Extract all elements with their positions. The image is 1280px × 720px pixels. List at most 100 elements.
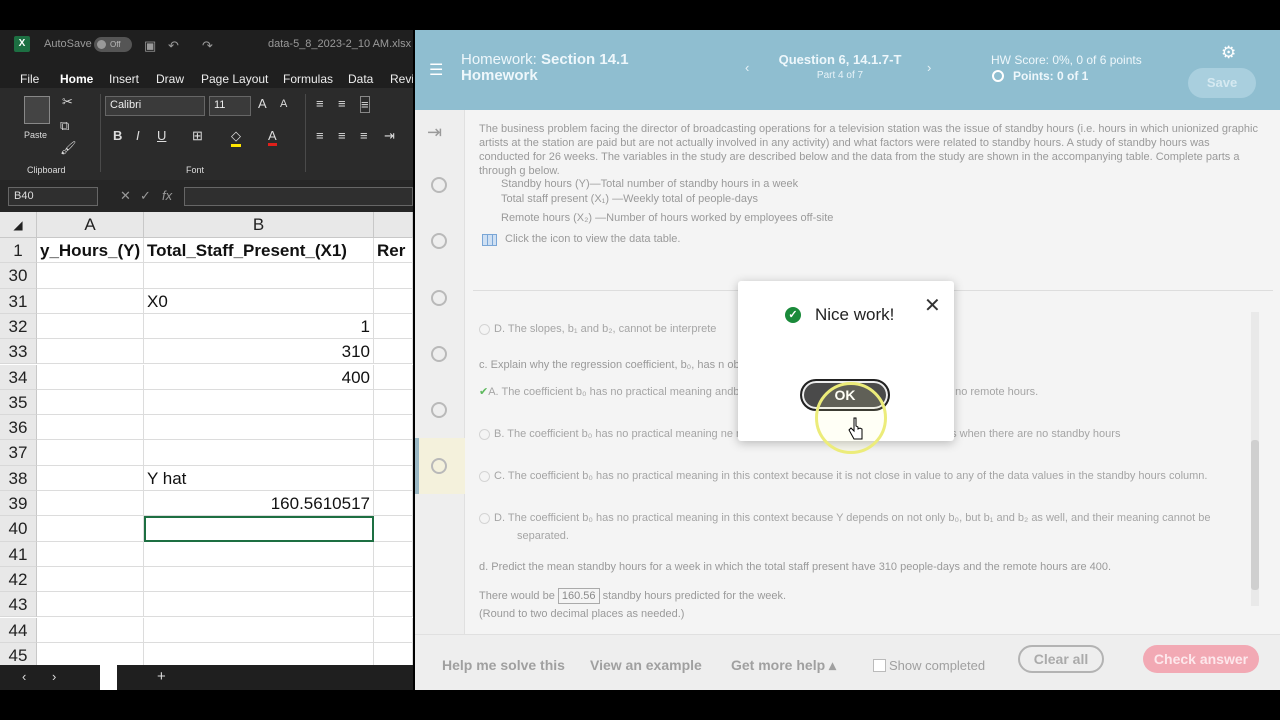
cell[interactable]: Total_Staff_Present_(X1) bbox=[144, 238, 374, 264]
bold-button[interactable]: B bbox=[113, 128, 122, 143]
cell[interactable] bbox=[374, 516, 413, 542]
decrease-font-icon[interactable]: A bbox=[280, 98, 287, 110]
cell[interactable] bbox=[374, 339, 413, 365]
cell[interactable] bbox=[37, 592, 144, 618]
fill-color-icon[interactable]: ◇ bbox=[231, 128, 241, 147]
row-number[interactable]: 34 bbox=[0, 364, 37, 390]
menu-icon[interactable]: ☰ bbox=[429, 60, 443, 80]
align-top-icon[interactable]: ≡ bbox=[316, 96, 324, 111]
tab-formulas[interactable]: Formulas bbox=[283, 72, 333, 86]
cell[interactable] bbox=[144, 617, 374, 643]
cell[interactable] bbox=[374, 491, 413, 517]
cell[interactable] bbox=[374, 440, 413, 466]
row-number[interactable]: 39 bbox=[0, 491, 37, 517]
cell[interactable] bbox=[37, 617, 144, 643]
row-number[interactable]: 38 bbox=[0, 465, 37, 491]
cell[interactable] bbox=[37, 288, 144, 314]
collapse-panel-icon[interactable]: ⇥ bbox=[427, 122, 442, 143]
cell[interactable] bbox=[144, 263, 374, 289]
scrollbar-thumb[interactable] bbox=[1251, 440, 1259, 590]
redo-icon[interactable]: ↷ bbox=[202, 38, 213, 54]
cell[interactable] bbox=[37, 491, 144, 517]
row-number[interactable]: 40 bbox=[0, 516, 37, 542]
formula-input[interactable] bbox=[184, 187, 413, 206]
row-number[interactable]: 43 bbox=[0, 592, 37, 618]
font-name-select[interactable]: Calibri bbox=[105, 96, 205, 116]
cell[interactable]: Rer bbox=[374, 238, 413, 264]
tab-file[interactable]: File bbox=[20, 72, 39, 86]
question-nav-item[interactable] bbox=[431, 233, 447, 249]
row-number[interactable]: 37 bbox=[0, 440, 37, 466]
cut-icon[interactable]: ✂ bbox=[62, 94, 73, 110]
underline-button[interactable]: U bbox=[157, 128, 166, 143]
cell[interactable] bbox=[144, 389, 374, 416]
gear-icon[interactable]: ⚙ bbox=[1221, 43, 1236, 63]
save-icon[interactable]: ▣ bbox=[144, 38, 156, 54]
cell[interactable] bbox=[374, 541, 413, 567]
name-box[interactable]: B40 bbox=[8, 187, 98, 206]
cell[interactable] bbox=[144, 440, 374, 466]
paste-icon[interactable] bbox=[24, 96, 50, 124]
select-all-corner[interactable]: ◢ bbox=[0, 212, 37, 238]
tab-insert[interactable]: Insert bbox=[109, 72, 139, 86]
row-number[interactable]: 33 bbox=[0, 339, 37, 365]
data-table-link[interactable]: Click the icon to view the data table. bbox=[505, 233, 680, 245]
cell[interactable]: 310 bbox=[144, 339, 374, 365]
cell[interactable] bbox=[374, 288, 413, 314]
cell[interactable] bbox=[37, 465, 144, 491]
tab-draw[interactable]: Draw bbox=[156, 72, 184, 86]
row-number[interactable]: 31 bbox=[0, 288, 37, 314]
row-number[interactable]: 30 bbox=[0, 263, 37, 289]
align-left-icon[interactable]: ≡ bbox=[316, 128, 324, 143]
row-number[interactable]: 35 bbox=[0, 389, 37, 416]
cell[interactable] bbox=[37, 440, 144, 466]
next-question-icon[interactable]: › bbox=[927, 60, 931, 75]
align-bottom-icon[interactable]: ≡ bbox=[360, 96, 370, 113]
column-header-b[interactable]: B bbox=[144, 212, 374, 238]
cell[interactable]: 1 bbox=[144, 313, 374, 340]
add-sheet-button[interactable]: + bbox=[157, 668, 166, 685]
get-more-help-link[interactable]: Get more help ▴ bbox=[731, 657, 836, 674]
cell[interactable]: X0 bbox=[144, 288, 374, 314]
row-number[interactable]: 32 bbox=[0, 313, 37, 340]
undo-icon[interactable]: ↶ bbox=[168, 38, 179, 54]
view-example-link[interactable]: View an example bbox=[590, 657, 702, 673]
cell[interactable] bbox=[374, 364, 413, 390]
cell[interactable] bbox=[374, 389, 413, 416]
font-size-select[interactable]: 11 bbox=[209, 96, 251, 116]
align-center-icon[interactable]: ≡ bbox=[338, 128, 346, 143]
cell[interactable] bbox=[144, 415, 374, 441]
increase-font-icon[interactable]: A bbox=[258, 96, 267, 111]
row-number[interactable]: 36 bbox=[0, 415, 37, 441]
cell[interactable] bbox=[374, 465, 413, 491]
cell[interactable]: 160.5610517 bbox=[144, 491, 374, 517]
row-number[interactable]: 42 bbox=[0, 566, 37, 593]
selected-cell[interactable] bbox=[144, 516, 374, 542]
content-scrollbar[interactable] bbox=[1251, 312, 1259, 606]
next-sheet-icon[interactable]: › bbox=[52, 669, 56, 684]
autosave-toggle[interactable]: Off bbox=[94, 37, 132, 52]
copy-icon[interactable]: ⧉ bbox=[60, 118, 69, 134]
cell[interactable] bbox=[37, 516, 144, 542]
cancel-icon[interactable]: ✕ bbox=[120, 188, 131, 204]
cell[interactable] bbox=[374, 566, 413, 593]
indent-icon[interactable]: ⇥ bbox=[384, 128, 395, 144]
borders-icon[interactable]: ⊞ bbox=[192, 128, 203, 144]
option-c[interactable]: C. The coefficient b₀ has no practical m… bbox=[479, 467, 1239, 485]
show-completed-checkbox[interactable] bbox=[873, 659, 886, 672]
cell[interactable]: 400 bbox=[144, 364, 374, 390]
cell[interactable] bbox=[144, 592, 374, 618]
enter-icon[interactable]: ✓ bbox=[140, 188, 151, 204]
tab-data[interactable]: Data bbox=[348, 72, 373, 86]
question-nav-item[interactable] bbox=[431, 290, 447, 306]
cell[interactable] bbox=[144, 566, 374, 593]
column-header-a[interactable]: A bbox=[37, 212, 144, 238]
cell[interactable] bbox=[37, 389, 144, 416]
question-nav-item[interactable] bbox=[431, 346, 447, 362]
question-nav-item[interactable] bbox=[431, 177, 447, 193]
help-me-solve-link[interactable]: Help me solve this bbox=[442, 657, 565, 673]
row-number[interactable]: 1 bbox=[0, 238, 37, 264]
question-nav-item[interactable] bbox=[431, 402, 447, 418]
tab-review[interactable]: Revi bbox=[390, 72, 413, 86]
cell[interactable] bbox=[37, 313, 144, 340]
